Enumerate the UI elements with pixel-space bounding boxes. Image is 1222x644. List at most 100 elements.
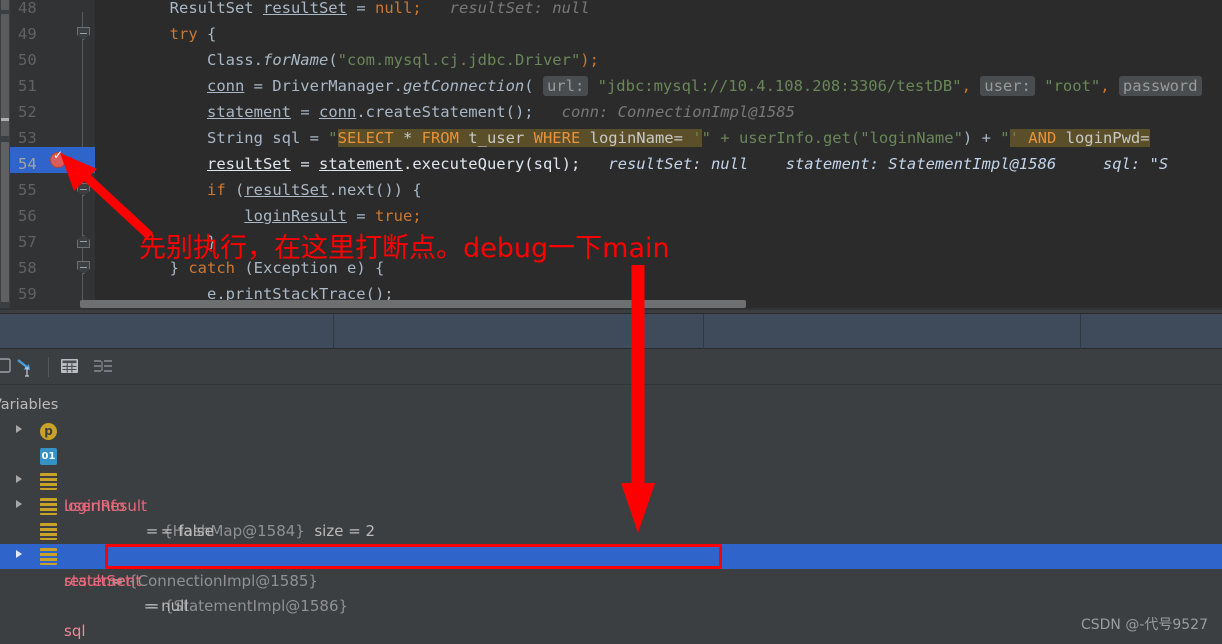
code-l51-d: , bbox=[961, 77, 981, 95]
code-l56-keyword: true bbox=[374, 207, 413, 225]
toolbar-divider bbox=[48, 357, 49, 377]
variable-row-loginResult[interactable]: 01 loginResult = false bbox=[0, 444, 1222, 540]
code-l50-string: "com.mysql.cj.jdbc.Driver" bbox=[337, 51, 581, 69]
code-l52-inline-hint: conn: ConnectionImpl@1585 bbox=[533, 103, 795, 121]
group-by-icon[interactable] bbox=[92, 357, 114, 379]
line-number-51: 51 bbox=[18, 77, 37, 95]
code-l51-method: getConnection bbox=[402, 77, 525, 95]
code-l53-mid2: ) + bbox=[962, 129, 1001, 147]
code-l54-hint-resultset: resultSet: null bbox=[580, 155, 749, 173]
code-line-52: statement = conn.createStatement(); conn… bbox=[95, 99, 1222, 125]
code-line-49: try { bbox=[95, 21, 1222, 47]
code-l51-c: ( bbox=[524, 77, 543, 95]
breakpoint-icon-line-54[interactable] bbox=[50, 148, 66, 168]
code-l54-c: .executeQuery(sql); bbox=[402, 155, 581, 173]
code-l49-rest: { bbox=[197, 25, 217, 43]
sql-keyword-and: AND bbox=[1028, 129, 1057, 147]
code-l48-b: resultSet bbox=[262, 0, 347, 17]
line-number-52: 52 bbox=[18, 103, 37, 121]
sql-quote-1: ' bbox=[692, 129, 702, 147]
code-l55-c: .next()) { bbox=[328, 181, 422, 199]
object-icon bbox=[40, 498, 57, 515]
variable-row-resultSet[interactable]: resultSet = null bbox=[0, 519, 1222, 615]
code-l48-a: ResultSet bbox=[95, 0, 263, 17]
console-icon[interactable] bbox=[0, 357, 12, 379]
variable-row-userInfo[interactable]: p userInfo = {HashMap@1584} size = 2 bbox=[0, 419, 1222, 540]
code-l50-b: ( bbox=[328, 51, 338, 69]
code-line-50: Class.forName("com.mysql.cj.jdbc.Driver"… bbox=[95, 47, 1222, 73]
code-line-51: conn = DriverManager.getConnection( url:… bbox=[95, 73, 1222, 99]
code-l51-a bbox=[95, 77, 207, 95]
object-icon bbox=[40, 523, 57, 540]
param-icon: p bbox=[40, 423, 57, 440]
csdn-watermark: CSDN @-代号9527 bbox=[1080, 617, 1208, 633]
param-hint-url: url: bbox=[542, 76, 589, 96]
code-l52-var2: conn bbox=[318, 103, 357, 121]
variables-panel-title: Variables bbox=[0, 397, 59, 413]
code-l52-b: = bbox=[290, 103, 319, 121]
sql-text-3: loginName= bbox=[580, 129, 693, 147]
code-l53-mid: " + userInfo.get( bbox=[701, 129, 861, 147]
code-l56-b: = bbox=[346, 207, 375, 225]
sql-text-1: * bbox=[393, 129, 422, 147]
table-view-icon[interactable] bbox=[60, 357, 80, 379]
line-number-58: 58 bbox=[18, 259, 37, 277]
line-number-59: 59 bbox=[18, 285, 37, 303]
variables-panel[interactable]: Variables p userInfo = {HashMap@1584} si… bbox=[0, 386, 1222, 644]
line-number-55: 55 bbox=[18, 181, 37, 199]
sql-quote-2: ' bbox=[1009, 129, 1019, 147]
expand-chevron-userInfo[interactable] bbox=[16, 425, 22, 433]
code-l55-keyword: if bbox=[206, 181, 226, 199]
sql-keyword-from: FROM bbox=[421, 129, 459, 147]
object-icon bbox=[40, 548, 57, 565]
code-l54-var: resultSet bbox=[206, 155, 291, 173]
code-l54-hint-statement: statement: StatementImpl@1586 bbox=[748, 155, 1057, 173]
ide-debug-screen: 48 49 50 51 52 53 54 55 56 57 58 59 Resu… bbox=[0, 0, 1222, 644]
line-number-56: 56 bbox=[18, 207, 37, 225]
sql-value-highlight-box bbox=[105, 544, 722, 569]
code-l51-var: conn bbox=[206, 77, 245, 95]
code-line-56: loginResult = true; bbox=[95, 203, 1222, 229]
tab-divider-1 bbox=[333, 314, 334, 350]
code-line-55: if (resultSet.next()) { bbox=[95, 177, 1222, 203]
code-l56-c: ; bbox=[412, 207, 422, 225]
variable-name-sql: sql bbox=[64, 622, 86, 640]
code-l55-a bbox=[95, 181, 207, 199]
code-l56-a bbox=[95, 207, 244, 225]
line-number-57: 57 bbox=[18, 233, 37, 251]
code-l52-var: statement bbox=[206, 103, 291, 121]
variable-name-resultSet: resultSet bbox=[64, 572, 132, 590]
sql-keyword-where: WHERE bbox=[533, 129, 581, 147]
code-l51-user-string: "root" bbox=[1034, 77, 1101, 95]
code-l56-var: loginResult bbox=[244, 207, 347, 225]
sql-keyword-select: SELECT bbox=[337, 129, 394, 147]
code-l49-keyword: try bbox=[169, 25, 198, 43]
code-line-54: resultSet = statement.executeQuery(sql);… bbox=[95, 151, 1222, 177]
variable-value-resultSet: = null bbox=[139, 597, 189, 615]
expand-chevron-conn[interactable] bbox=[16, 475, 22, 483]
code-line-53: String sql = "SELECT * FROM t_user WHERE… bbox=[95, 125, 1222, 151]
variable-row-conn[interactable]: conn = {ConnectionImpl@1585} bbox=[0, 469, 1222, 590]
code-l51-e: , bbox=[1100, 77, 1119, 95]
sql-text-4 bbox=[1019, 129, 1028, 147]
step-into-icon[interactable] bbox=[14, 357, 36, 381]
variable-row-statement[interactable]: statement = {StatementImpl@1586} bbox=[0, 494, 1222, 615]
code-l51-b: = DriverManager. bbox=[244, 77, 403, 95]
editor-horizontal-scrollbar[interactable] bbox=[80, 300, 746, 308]
debug-tabs-strip[interactable] bbox=[0, 313, 1222, 350]
expand-chevron-statement[interactable] bbox=[16, 500, 22, 508]
sql-text-5: loginPwd= bbox=[1056, 129, 1150, 147]
line-number-49: 49 bbox=[18, 25, 37, 43]
editor-bottom-edge bbox=[0, 308, 1222, 310]
code-l54-a bbox=[95, 155, 207, 173]
code-l50-method: forName bbox=[262, 51, 329, 69]
code-l53-a: String sql = bbox=[95, 129, 329, 147]
code-l54-var2: statement bbox=[318, 155, 403, 173]
debugger-toolbar[interactable] bbox=[0, 349, 1222, 385]
code-l48-c: = bbox=[346, 0, 375, 17]
param-hint-user: user: bbox=[980, 76, 1035, 96]
code-l53-open-quote: " bbox=[328, 129, 338, 147]
code-line-48: ResultSet resultSet = null; resultSet: n… bbox=[95, 0, 1222, 21]
expand-chevron-sql[interactable] bbox=[16, 550, 22, 558]
code-l50-c: ); bbox=[580, 51, 599, 69]
